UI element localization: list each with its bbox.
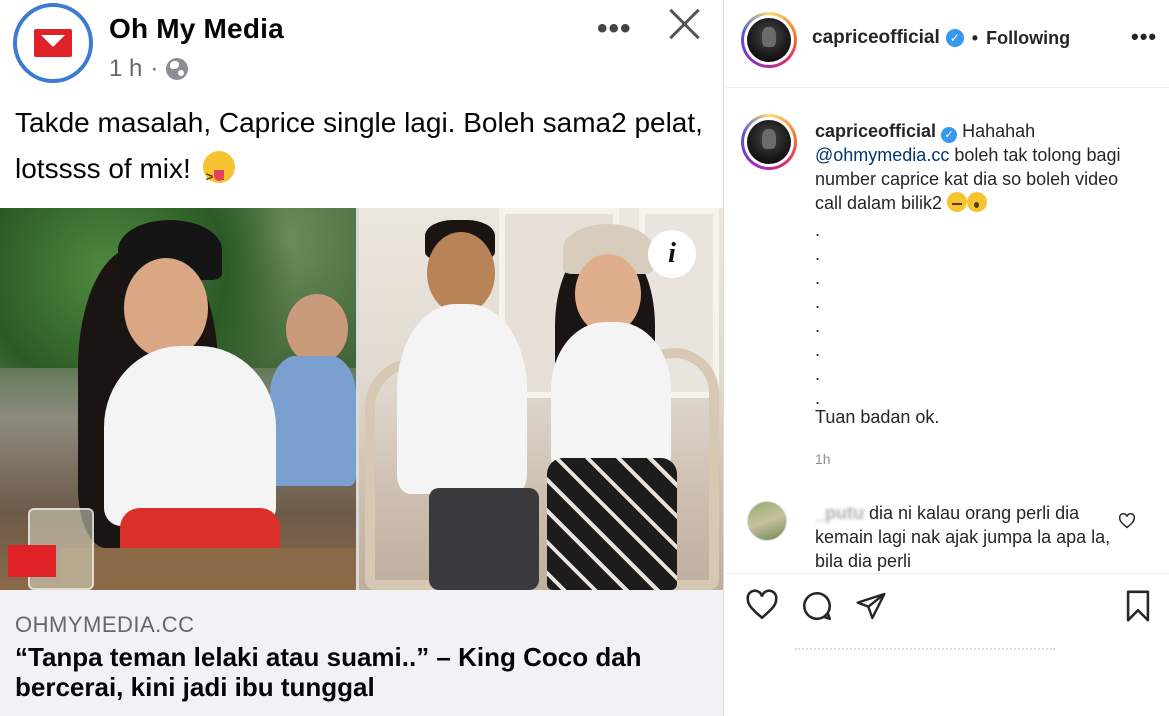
dot-line: . xyxy=(815,244,821,264)
dot-line: . xyxy=(815,268,821,288)
post-time[interactable]: 1 h xyxy=(109,55,142,83)
action-bar xyxy=(725,585,1169,633)
post-text-content: Takde masalah, Caprice single lagi. Bole… xyxy=(15,107,703,184)
comment-icon[interactable] xyxy=(800,589,834,623)
caption-verified-icon: ✓ xyxy=(941,127,958,143)
facebook-post: Oh My Media 1 h · ••• Takde masalah, Cap… xyxy=(0,0,724,716)
post-meta: 1 h · xyxy=(109,55,189,83)
oh-my-media-watermark xyxy=(8,545,56,577)
more-icon[interactable]: ••• xyxy=(597,12,632,46)
faint-separator xyxy=(795,648,1055,652)
link-domain: OHMYMEDIA.CC xyxy=(15,612,195,637)
caption-dots: . . . . . . . . xyxy=(815,218,820,410)
post-photo[interactable]: i xyxy=(0,208,723,590)
comment-username[interactable]: _putu xyxy=(815,503,864,523)
header-separator: • xyxy=(971,27,979,48)
oh-my-media-logo xyxy=(34,29,72,57)
header-username[interactable]: capriceofficial xyxy=(812,27,940,49)
photo-left xyxy=(0,208,356,590)
page-name[interactable]: Oh My Media xyxy=(109,13,284,45)
following-button[interactable]: Following xyxy=(986,28,1070,49)
squinting-tongue-emoji xyxy=(202,151,235,200)
hushed-emoji xyxy=(967,192,988,212)
caption-avatar-image xyxy=(747,120,791,164)
caption-lead: Hahahah xyxy=(962,121,1036,141)
dot-line: . xyxy=(815,220,821,240)
comment-avatar[interactable] xyxy=(747,501,787,541)
page-avatar[interactable] xyxy=(13,3,93,83)
dot-line: . xyxy=(815,364,821,384)
heart-icon[interactable] xyxy=(745,589,779,621)
more-options-icon[interactable]: ••• xyxy=(1131,24,1157,50)
comment-like-icon[interactable] xyxy=(1118,513,1136,529)
share-icon[interactable] xyxy=(855,590,887,622)
bookmark-icon[interactable] xyxy=(1123,589,1153,623)
dot-line: . xyxy=(815,316,821,336)
link-title[interactable]: “Tanpa teman lelaki atau suami..” – King… xyxy=(15,642,705,702)
profile-avatar[interactable] xyxy=(741,12,797,68)
link-preview[interactable]: OHMYMEDIA.CC “Tanpa teman lelaki atau su… xyxy=(0,590,723,716)
caption-time[interactable]: 1h xyxy=(815,451,831,467)
caption-end: Tuan badan ok. xyxy=(815,407,940,427)
caption: capriceofficial ✓ Hahahah @ohmymedia.cc … xyxy=(815,119,1135,215)
comment: _putu dia ni kalau orang perli dia kemai… xyxy=(815,501,1115,571)
instagram-panel: capriceofficial ✓ • Following ••• capric… xyxy=(725,0,1169,716)
globe-icon xyxy=(166,58,189,80)
post-text: Takde masalah, Caprice single lagi. Bole… xyxy=(15,100,705,200)
close-icon[interactable] xyxy=(667,4,703,40)
dot-line: . xyxy=(815,292,821,312)
verified-icon: ✓ xyxy=(945,29,964,47)
meta-separator: · xyxy=(150,55,159,82)
header-user-row: capriceofficial ✓ • Following xyxy=(812,27,1070,49)
expressionless-emoji xyxy=(947,192,968,212)
caption-username[interactable]: capriceofficial xyxy=(815,121,936,141)
caption-mention[interactable]: @ohmymedia.cc xyxy=(815,145,949,165)
info-icon[interactable]: i xyxy=(648,230,696,278)
divider xyxy=(725,573,1169,574)
post-header: capriceofficial ✓ • Following ••• xyxy=(725,0,1169,88)
caption-avatar[interactable] xyxy=(741,114,797,170)
dot-line: . xyxy=(815,340,821,360)
avatar-image xyxy=(747,18,791,62)
